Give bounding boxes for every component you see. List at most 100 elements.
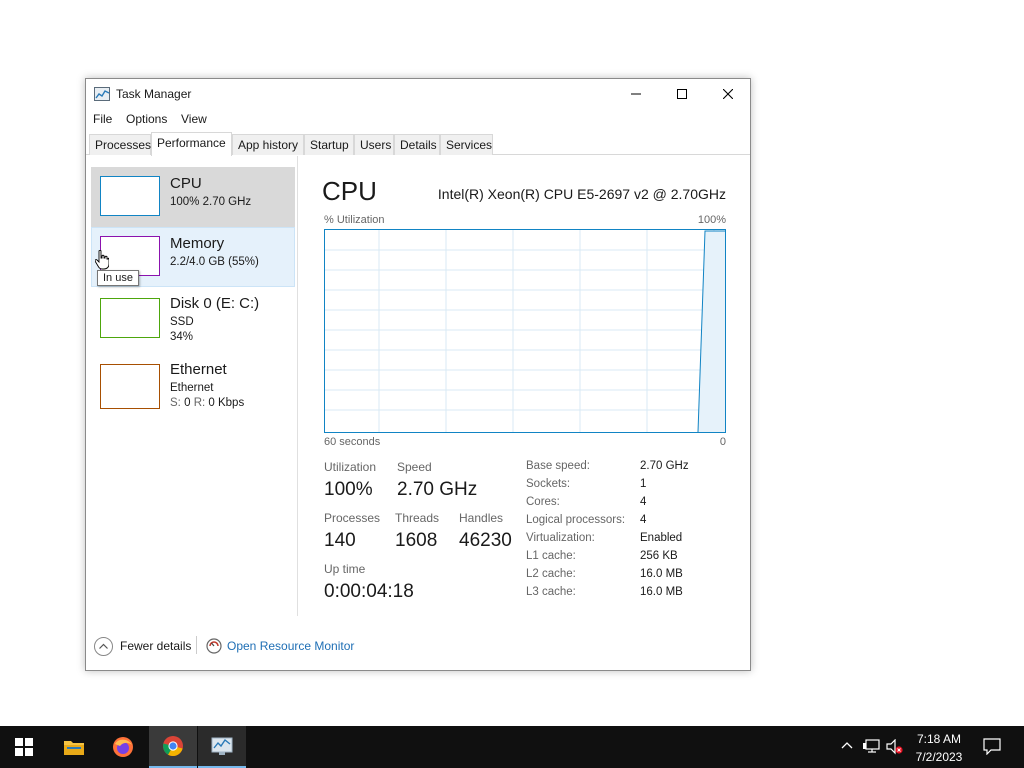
task-manager-window: Task Manager File Options View Processes… — [85, 78, 751, 671]
start-icon — [15, 738, 33, 756]
maximize-button[interactable] — [659, 79, 705, 109]
processes-label: Processes — [324, 511, 381, 525]
menu-file[interactable]: File — [93, 112, 112, 126]
uptime-label: Up time — [324, 562, 366, 576]
taskbar-file-explorer[interactable] — [50, 726, 98, 768]
spec-value-cores: 4 — [640, 496, 647, 508]
start-button[interactable] — [0, 726, 48, 768]
threads-label: Threads — [395, 511, 440, 525]
volume-muted-icon[interactable] — [886, 739, 904, 755]
open-resource-monitor-link[interactable]: Open Resource Monitor — [227, 639, 354, 653]
tab-processes[interactable]: Processes — [89, 134, 151, 155]
sidebar-item-title: Disk 0 (E: C:) — [170, 295, 260, 312]
taskbar-firefox[interactable] — [99, 726, 147, 768]
receive-label: R: — [193, 397, 206, 409]
window-title: Task Manager — [116, 87, 192, 101]
cpu-mini-graph — [100, 176, 160, 216]
spec-key-cores: Cores: — [526, 496, 560, 508]
send-label: S: — [170, 397, 181, 409]
clock-date[interactable]: 7/2/2023 — [907, 750, 971, 764]
hand-cursor-icon — [95, 250, 109, 270]
ethernet-mini-graph — [100, 364, 160, 409]
title-bar[interactable]: Task Manager — [86, 79, 750, 109]
chevron-up-icon — [99, 643, 108, 649]
file-explorer-icon — [64, 741, 84, 755]
tab-startup[interactable]: Startup — [304, 134, 354, 155]
menu-options[interactable]: Options — [126, 112, 167, 126]
chevron-up-icon[interactable] — [840, 739, 854, 753]
spec-key-logical-processors: Logical processors: — [526, 514, 626, 526]
footer-divider — [196, 636, 197, 654]
spec-value-sockets: 1 — [640, 478, 647, 490]
taskbar: 7:18 AM 7/2/2023 — [0, 726, 1024, 768]
firefox-icon — [113, 737, 133, 757]
spec-value-base-speed: 2.70 GHz — [640, 460, 689, 472]
spec-key-sockets: Sockets: — [526, 478, 571, 490]
spec-value-l1-cache: 256 KB — [640, 550, 678, 562]
handles-value: 46230 — [459, 530, 512, 551]
utilization-label: Utilization — [324, 460, 377, 474]
resource-sidebar: CPU 100% 2.70 GHz Memory 2.2/4.0 GB (55%… — [86, 156, 298, 616]
sidebar-item-title: CPU — [170, 175, 202, 192]
tab-users[interactable]: Users — [354, 134, 394, 155]
cpu-utilization-graph — [324, 229, 726, 433]
spec-key-l2-cache: L2 cache: — [526, 568, 576, 580]
menu-bar: File Options View — [86, 110, 750, 130]
taskbar-chrome[interactable] — [149, 726, 197, 768]
sidebar-item-cpu[interactable]: CPU 100% 2.70 GHz — [91, 167, 295, 227]
graph-label: % Utilization — [324, 214, 385, 226]
notifications-icon[interactable] — [983, 738, 1001, 755]
utilization-value: 100% — [324, 479, 373, 500]
sidebar-item-ethernet[interactable]: Ethernet Ethernet S: 0 R: 0 Kbps — [91, 353, 295, 413]
network-icon[interactable] — [863, 739, 880, 754]
menu-view[interactable]: View — [181, 112, 207, 126]
handles-label: Handles — [459, 511, 504, 525]
graph-time-axis-label: 60 seconds — [324, 436, 381, 448]
spec-value-l3-cache: 16.0 MB — [640, 586, 683, 598]
processes-value: 140 — [324, 530, 356, 551]
receive-value: 0 Kbps — [208, 397, 245, 409]
graph-grid — [325, 230, 725, 433]
clock-time[interactable]: 7:18 AM — [907, 732, 971, 746]
spec-key-base-speed: Base speed: — [526, 460, 590, 472]
resource-monitor-icon — [206, 638, 222, 654]
utilization-area — [698, 231, 725, 432]
speed-value: 2.70 GHz — [397, 479, 478, 500]
graph-max-label: 100% — [697, 214, 726, 226]
close-button[interactable] — [705, 79, 751, 109]
disk-mini-graph — [100, 298, 160, 338]
taskbar-task-manager[interactable] — [198, 726, 246, 768]
send-value: 0 — [184, 397, 191, 409]
sidebar-item-value: 100% 2.70 GHz — [170, 196, 252, 208]
sidebar-item-title: Ethernet — [170, 361, 227, 378]
uptime-value: 0:00:04:18 — [324, 581, 414, 602]
tab-strip: Processes Performance App history Startu… — [86, 132, 750, 156]
minimize-icon — [631, 93, 641, 95]
spec-value-logical-processors: 4 — [640, 514, 647, 526]
fewer-details-link[interactable]: Fewer details — [120, 639, 191, 653]
sidebar-item-value: 34% — [170, 331, 194, 343]
cpu-model-name: Intel(R) Xeon(R) CPU E5-2697 v2 @ 2.70GH… — [437, 186, 726, 202]
spec-key-l3-cache: L3 cache: — [526, 586, 576, 598]
tab-services[interactable]: Services — [440, 134, 493, 155]
maximize-icon — [677, 89, 687, 99]
sidebar-item-title: Memory — [170, 235, 225, 252]
spec-value-virtualization: Enabled — [640, 532, 683, 544]
sidebar-item-value: 2.2/4.0 GB (55%) — [170, 256, 259, 268]
tooltip: In use — [97, 270, 139, 286]
fewer-details-button[interactable] — [94, 637, 113, 656]
sidebar-item-type: SSD — [170, 316, 194, 328]
cpu-heading: CPU — [322, 176, 377, 206]
tab-performance[interactable]: Performance — [151, 132, 232, 156]
tab-details[interactable]: Details — [394, 134, 440, 155]
spec-key-l1-cache: L1 cache: — [526, 550, 576, 562]
tab-app-history[interactable]: App history — [232, 134, 304, 155]
spec-key-virtualization: Virtualization: — [526, 532, 595, 544]
sidebar-item-disk[interactable]: Disk 0 (E: C:) SSD 34% — [91, 287, 295, 347]
sidebar-item-value: S: 0 R: 0 Kbps — [170, 397, 244, 409]
task-manager-app-icon — [94, 87, 110, 101]
graph-time-axis-end: 0 — [719, 436, 726, 448]
threads-value: 1608 — [395, 530, 438, 551]
window-footer: Fewer details Open Resource Monitor — [86, 631, 750, 661]
minimize-button[interactable] — [613, 79, 659, 109]
